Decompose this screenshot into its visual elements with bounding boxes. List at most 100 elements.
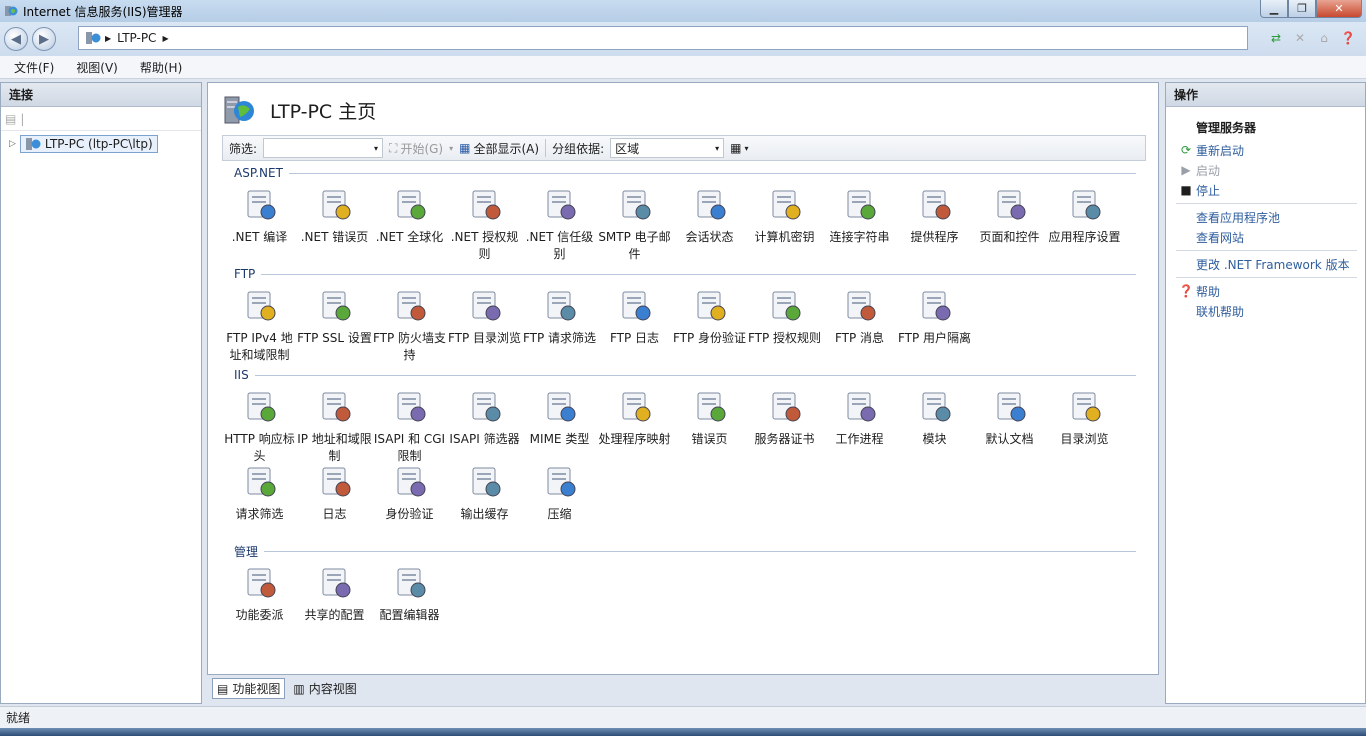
feature-icon: [772, 190, 800, 220]
feature-tile[interactable]: FTP 防火墙支持: [372, 288, 447, 364]
feature-tile[interactable]: 提供程序: [897, 187, 972, 246]
feature-tile[interactable]: MIME 类型: [522, 389, 597, 448]
feature-tile[interactable]: ISAPI 筛选器: [447, 389, 522, 448]
start-button[interactable]: ⛶ 开始(G): [389, 140, 443, 157]
feature-tile[interactable]: 共享的配置: [297, 565, 372, 624]
feature-icon: [547, 291, 575, 321]
tree-node-label: LTP-PC (ltp-PC\ltp): [44, 137, 153, 151]
feature-tile[interactable]: ISAPI 和 CGI 限制: [372, 389, 447, 465]
feature-tile[interactable]: 工作进程: [822, 389, 897, 448]
feature-tile[interactable]: FTP 目录浏览: [447, 288, 522, 347]
feature-label: 错误页: [691, 432, 728, 446]
show-all-button[interactable]: ▦ 全部显示(A): [459, 140, 539, 157]
connections-pane: 连接 ▤ | ▷ LTP-PC (ltp-PC\ltp): [0, 82, 202, 704]
section-header[interactable]: ASP.NET: [222, 165, 1146, 181]
action-start[interactable]: ▶ 启动: [1176, 160, 1365, 180]
feature-tile[interactable]: 功能委派: [222, 565, 297, 624]
feature-icon: [397, 392, 425, 422]
menu-help[interactable]: 帮助(H): [132, 59, 190, 76]
feature-tile[interactable]: 请求筛选: [222, 464, 297, 523]
action-restart[interactable]: ⟳ 重新启动: [1176, 140, 1365, 160]
back-button[interactable]: ◀: [4, 27, 28, 51]
feature-label: 提供程序: [910, 230, 959, 244]
actions-pane: 操作 管理服务器 ⟳ 重新启动 ▶ 启动 ■ 停止 查看应用程序池 查看网站 更改 .…: [1165, 82, 1366, 704]
link-change-dotnet[interactable]: 更改 .NET Framework 版本: [1176, 254, 1365, 274]
feature-tile[interactable]: 日志: [297, 464, 372, 523]
menu-file[interactable]: 文件(F): [6, 59, 62, 76]
feature-tile[interactable]: .NET 信任级别: [522, 187, 597, 263]
filter-input[interactable]: ▾: [263, 138, 384, 158]
feature-label: .NET 全球化: [375, 230, 444, 244]
feature-tile[interactable]: FTP 请求筛选: [522, 288, 597, 347]
feature-tile[interactable]: 会话状态: [672, 187, 747, 246]
tree-node-server[interactable]: LTP-PC (ltp-PC\ltp): [19, 135, 158, 153]
feature-tile[interactable]: IP 地址和域限制: [297, 389, 372, 465]
feature-tile[interactable]: FTP 消息: [822, 288, 897, 347]
start-dropdown-icon[interactable]: ▾: [449, 144, 453, 153]
feature-tile[interactable]: 压缩: [522, 464, 597, 523]
feature-tile[interactable]: 输出缓存: [447, 464, 522, 523]
section-header[interactable]: IIS: [222, 367, 1146, 383]
feature-tile[interactable]: FTP SSL 设置: [297, 288, 372, 347]
stop-icon[interactable]: ✕: [1290, 28, 1310, 48]
feature-tile[interactable]: .NET 全球化: [372, 187, 447, 246]
feature-tile[interactable]: FTP 身份验证: [672, 288, 747, 347]
feature-tile[interactable]: FTP 用户隔离: [897, 288, 972, 347]
refresh-icon[interactable]: ⇄: [1266, 28, 1286, 48]
feature-label: 处理程序映射: [598, 432, 671, 446]
feature-tile[interactable]: 配置编辑器: [372, 565, 447, 624]
breadcrumb-item[interactable]: LTP-PC: [117, 31, 156, 45]
feature-tile[interactable]: 目录浏览: [1047, 389, 1122, 448]
forward-arrow-icon: ▶: [39, 31, 49, 47]
feature-tile[interactable]: 计算机密钥: [747, 187, 822, 246]
feature-tile[interactable]: .NET 错误页: [297, 187, 372, 246]
taskbar: [0, 728, 1366, 736]
help-icon[interactable]: ❓: [1338, 28, 1358, 48]
minimize-button[interactable]: ▁: [1260, 0, 1288, 18]
action-stop[interactable]: ■ 停止: [1176, 180, 1365, 200]
group-by-label: 分组依据:: [552, 141, 605, 156]
features-pane: LTP-PC 主页 筛选: ▾ ⛶ 开始(G) ▾ ▦ 全部显示(A) 分组依据: …: [207, 82, 1159, 675]
action-help[interactable]: ❓ 帮助: [1176, 281, 1365, 301]
feature-tile[interactable]: 服务器证书: [747, 389, 822, 448]
connect-icon[interactable]: ▤: [5, 112, 16, 126]
link-view-app-pools[interactable]: 查看应用程序池: [1176, 207, 1365, 227]
tree-expand-icon[interactable]: ▷: [9, 139, 16, 149]
tab-content-view[interactable]: ▥ 内容视图: [289, 678, 360, 699]
group-by-select[interactable]: 区域 ▾: [610, 138, 725, 158]
feature-tile[interactable]: 页面和控件: [972, 187, 1047, 246]
feature-icon: [847, 291, 875, 321]
menu-view[interactable]: 视图(V): [68, 59, 126, 76]
section-header[interactable]: 管理: [222, 543, 1146, 559]
feature-icon: [622, 291, 650, 321]
breadcrumb-arrow-icon[interactable]: ▶: [162, 34, 168, 43]
feature-tile[interactable]: 身份验证: [372, 464, 447, 523]
maximize-button[interactable]: ❐: [1288, 0, 1316, 18]
feature-tile[interactable]: .NET 编译: [222, 187, 297, 246]
feature-tile[interactable]: FTP 授权规则: [747, 288, 822, 347]
feature-tile[interactable]: SMTP 电子邮件: [597, 187, 672, 263]
section-header[interactable]: FTP: [222, 266, 1146, 282]
restart-icon: ⟳: [1180, 143, 1192, 157]
feature-tile[interactable]: 连接字符串: [822, 187, 897, 246]
feature-tile[interactable]: 处理程序映射: [597, 389, 672, 448]
home-icon[interactable]: ⌂: [1314, 28, 1334, 48]
feature-tile[interactable]: FTP 日志: [597, 288, 672, 347]
tab-features-view[interactable]: ▤ 功能视图: [212, 678, 286, 699]
feature-tile[interactable]: 默认文档: [972, 389, 1047, 448]
view-mode-button[interactable]: ▦ ▾: [730, 141, 748, 155]
feature-tile[interactable]: 模块: [897, 389, 972, 448]
feature-label: HTTP 响应标头: [224, 432, 295, 463]
feature-section: FTP FTP IPv4 地址和域限制 FTP SSL 设置 FTP 防火墙支持 FTP…: [222, 266, 1146, 362]
feature-tile[interactable]: FTP IPv4 地址和域限制: [222, 288, 297, 364]
address-field[interactable]: ▶ LTP-PC ▶: [78, 26, 1248, 50]
action-online-help[interactable]: 联机帮助: [1176, 301, 1365, 321]
feature-tile[interactable]: 错误页: [672, 389, 747, 448]
feature-tile[interactable]: HTTP 响应标头: [222, 389, 297, 465]
close-button[interactable]: ✕: [1316, 0, 1362, 18]
link-view-sites[interactable]: 查看网站: [1176, 227, 1365, 247]
feature-tile[interactable]: .NET 授权规则: [447, 187, 522, 263]
feature-icon: [322, 568, 350, 598]
forward-button[interactable]: ▶: [32, 27, 56, 51]
feature-tile[interactable]: 应用程序设置: [1047, 187, 1122, 246]
